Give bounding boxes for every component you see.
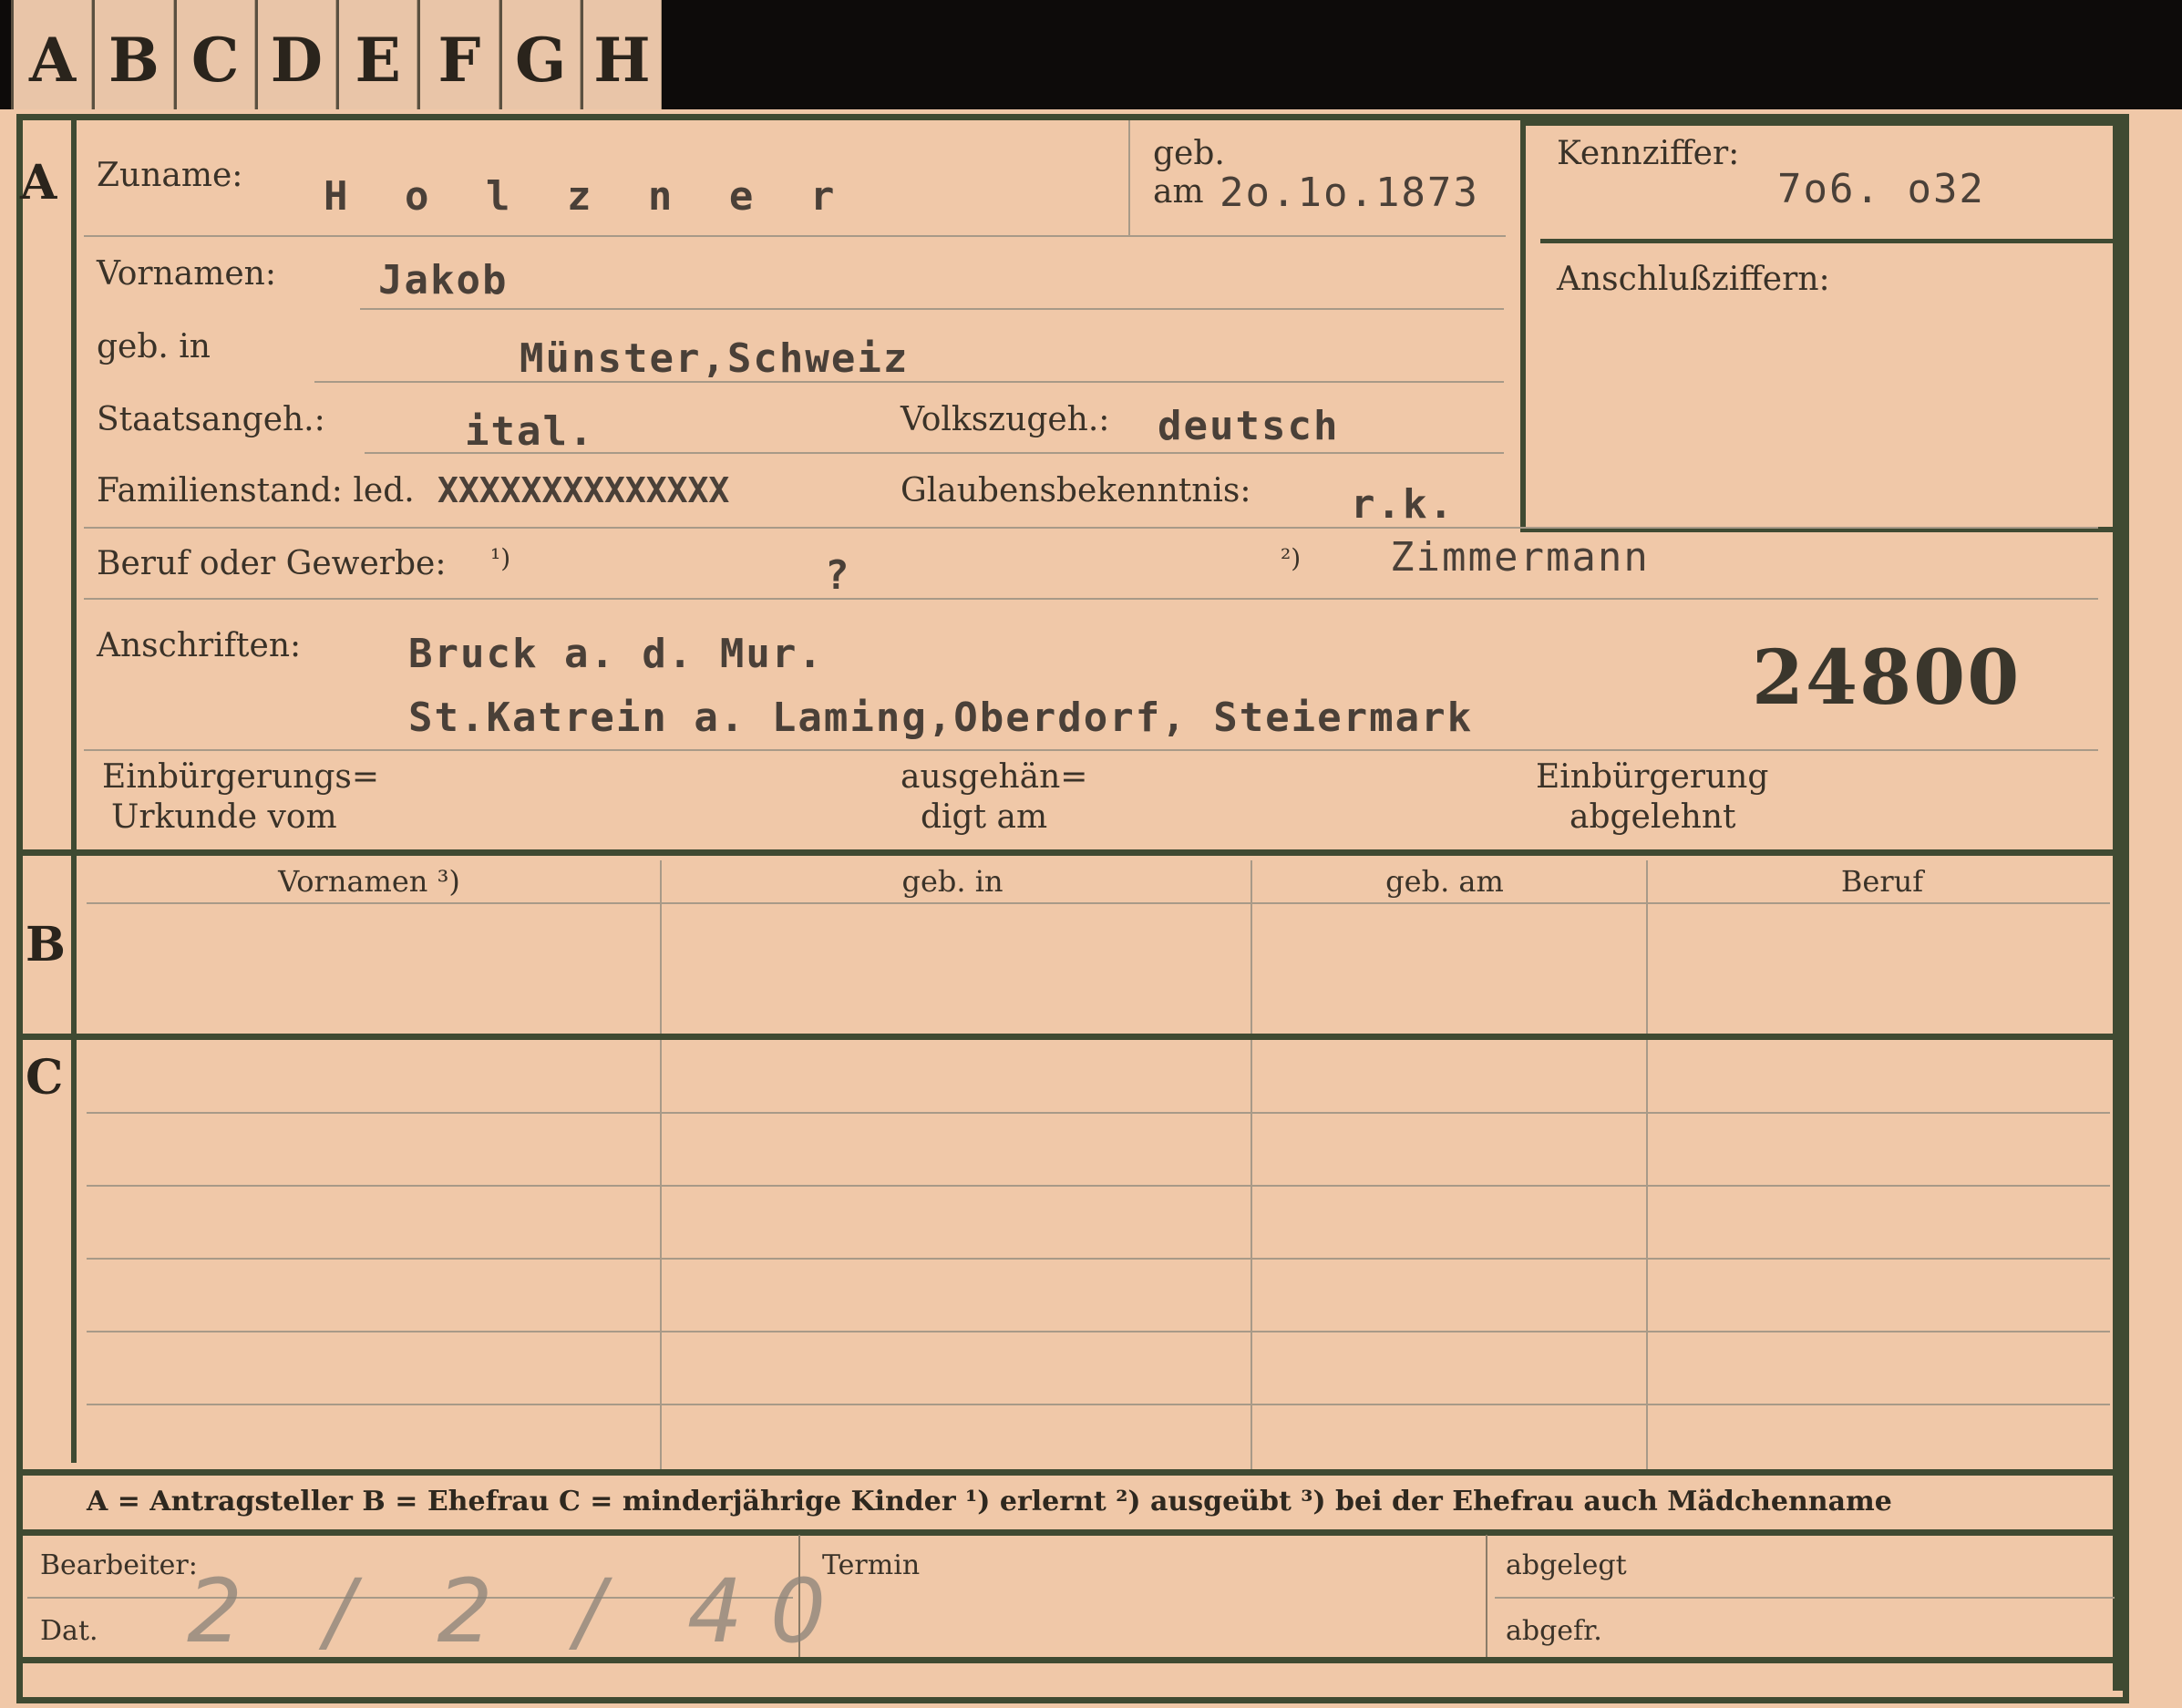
- handwritten-date: 2 / 2 / 40: [187, 1560, 854, 1662]
- anschlussziffern-label: Anschlußziffern:: [1557, 261, 1830, 298]
- geburtsort-value: Münster,Schweiz: [520, 335, 910, 382]
- row-line: [84, 235, 1506, 237]
- anschriften-label: Anschriften:: [97, 627, 302, 664]
- vornamen-value: Jakob: [378, 257, 509, 304]
- kennziffer-value: 7o6. o32: [1777, 166, 1985, 212]
- einbuergerung-abgelehnt-label-1: Einbürgerung: [1536, 758, 1769, 796]
- tab-e[interactable]: E: [336, 0, 418, 114]
- geb-label: geb.: [1153, 135, 1225, 172]
- anschrift-line-2: St.Katrein a. Laming,Oberdorf, Steiermar…: [408, 695, 1474, 741]
- geburtsdatum-value: 2o.1o.1873: [1220, 170, 1479, 216]
- geb-am-label: am: [1153, 173, 1204, 211]
- column-divider: [1646, 860, 1648, 1471]
- tab-d[interactable]: D: [254, 0, 336, 114]
- termin-label: Termin: [822, 1549, 921, 1581]
- ausgehaendigt-label-1: ausgehän=: [901, 758, 1088, 796]
- glaubensbekenntnis-label: Glaubensbekenntnis:: [901, 472, 1251, 509]
- row-line: [314, 381, 1504, 383]
- legend-bottom-border: [16, 1529, 2122, 1536]
- column-header-geb-in: geb. in: [901, 864, 1004, 899]
- registration-card: A B C D E F G H A Zuname: H o l z n e r …: [0, 0, 2182, 1708]
- row-line: [84, 527, 2098, 529]
- alphabet-tab-strip: A B C D E F G H: [11, 0, 662, 114]
- stamp-number: 24800: [1752, 634, 2022, 722]
- vornamen-label: Vornamen:: [97, 255, 276, 293]
- section-c-marker: C: [26, 1050, 64, 1106]
- familienstand-struck-value: XXXXXXXXXXXXXX: [437, 470, 730, 510]
- tab-b[interactable]: B: [92, 0, 174, 114]
- column-divider: [660, 860, 662, 1471]
- volkszugehoerigkeit-value: deutsch: [1158, 403, 1340, 449]
- kennziffer-label: Kennziffer:: [1557, 135, 1740, 172]
- row-line: [84, 749, 2098, 751]
- staatsangehoerigkeit-value: ital.: [465, 408, 595, 455]
- column-header-vornamen: Vornamen ³): [278, 864, 460, 899]
- column-header-geb-am: geb. am: [1385, 864, 1504, 899]
- tab-c[interactable]: C: [173, 0, 255, 114]
- legend-top-border: [16, 1469, 2122, 1476]
- beruf-note-ausgeuebt: ²): [1281, 543, 1302, 573]
- volkszugehoerigkeit-label: Volkszugeh.:: [901, 401, 1110, 438]
- beruf-note-erlernt: ¹): [490, 543, 511, 573]
- familienstand-label: Familienstand: led.: [97, 472, 415, 509]
- einbuergerungsurkunde-label-1: Einbürgerungs=: [102, 758, 380, 796]
- child-row-line: [87, 1185, 2110, 1187]
- legend-text: A = Antragsteller B = Ehefrau C = minder…: [87, 1486, 1892, 1518]
- footer-row-line: [1495, 1597, 2115, 1599]
- staatsangehoerigkeit-label: Staatsangeh.:: [97, 401, 325, 438]
- footer-divider: [1486, 1535, 1487, 1658]
- datum-label: Dat.: [40, 1615, 98, 1647]
- section-c-top-border: [16, 1034, 2122, 1040]
- beruf-label: Beruf oder Gewerbe:: [97, 545, 447, 582]
- zuname-label: Zuname:: [97, 157, 243, 194]
- beruf-erlernt-value: ?: [825, 552, 851, 599]
- column-header-beruf: Beruf: [1840, 864, 1924, 899]
- einbuergerung-abgelehnt-label-2: abgelehnt: [1570, 798, 1736, 836]
- abgelegt-label: abgelegt: [1506, 1549, 1627, 1581]
- child-row-line: [87, 1112, 2110, 1114]
- section-a-marker: A: [20, 155, 57, 211]
- section-b-marker: B: [26, 917, 66, 972]
- einbuergerungsurkunde-label-2: Urkunde vom: [111, 798, 337, 836]
- bearbeiter-label: Bearbeiter:: [40, 1549, 198, 1581]
- row-line: [360, 308, 1504, 310]
- geb-divider: [1128, 120, 1130, 235]
- section-b-top-border: [16, 849, 2122, 856]
- glaubensbekenntnis-value: r.k.: [1351, 481, 1455, 528]
- anschrift-line-1: Bruck a. d. Mur.: [408, 631, 824, 677]
- section-divider: [71, 114, 77, 1463]
- ausgehaendigt-label-2: digt am: [921, 798, 1048, 836]
- tab-f[interactable]: F: [417, 0, 499, 114]
- zuname-value: H o l z n e r: [324, 173, 851, 220]
- child-row-line: [87, 1331, 2110, 1332]
- tab-a[interactable]: A: [11, 0, 93, 114]
- column-divider: [1251, 860, 1252, 1471]
- beruf-ausgeuebt-value: Zimmermann: [1390, 534, 1650, 581]
- geburtsort-label: geb. in: [97, 328, 211, 365]
- child-row-line: [87, 1404, 2110, 1405]
- column-header-underline: [87, 902, 2110, 904]
- abgefragt-label: abgefr.: [1506, 1615, 1602, 1647]
- child-row-line: [87, 1258, 2110, 1260]
- row-line: [84, 598, 2098, 600]
- kennziffer-divider: [1540, 239, 2115, 243]
- tab-g[interactable]: G: [499, 0, 581, 114]
- tab-h[interactable]: H: [580, 0, 662, 114]
